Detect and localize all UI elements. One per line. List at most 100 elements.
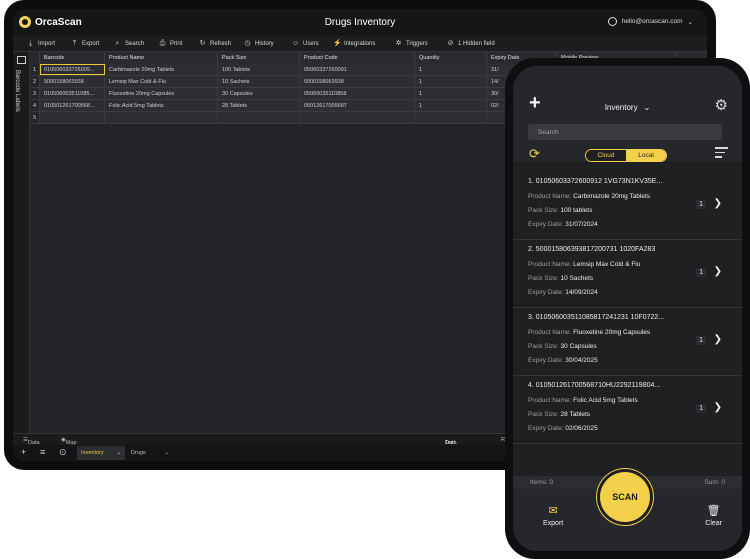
pack-size-cell[interactable]: 30 Capsules	[218, 88, 300, 99]
sum-total: Sum: 0	[704, 479, 725, 486]
chevron-right-icon[interactable]: ❯	[714, 402, 722, 413]
list-item[interactable]: 3. 010506003511085817241231 10F0722... P…	[513, 308, 742, 376]
product-code-cell[interactable]	[300, 112, 415, 123]
pack-size-cell[interactable]: 10 Sachets	[218, 76, 300, 87]
triggers-button[interactable]: ✲ Triggers	[395, 40, 428, 47]
search-button[interactable]: ⌕ Search	[114, 40, 144, 47]
refresh-icon: ↻	[199, 40, 206, 47]
product-name-cell[interactable]	[105, 112, 218, 123]
add-sheet-icon[interactable]: +	[21, 447, 26, 457]
phone-device: + Inventory ⌄ ⚙ Search ⟳ Cloud Local 1. 0…	[505, 58, 750, 559]
barcode-labels-icon[interactable]	[17, 56, 26, 64]
pack-size-cell[interactable]	[218, 112, 300, 123]
product-code-cell[interactable]: 05060337260091	[300, 64, 415, 75]
barcode-cell[interactable]: 010501261700568...	[40, 100, 105, 111]
title-bar: OrcaScan Drugs Inventory hello@orcascan.…	[13, 9, 707, 36]
user-menu[interactable]: hello@orcascan.com ⌄	[607, 17, 693, 26]
item-product-name: Product Name: Carbimazole 20mg Tablets	[528, 193, 651, 200]
quantity-badge[interactable]: 1	[696, 336, 706, 345]
phone-header: + Inventory ⌄ ⚙ Search ⟳ Cloud Local	[513, 66, 742, 162]
history-button[interactable]: ◷ History	[244, 40, 273, 47]
tab-map[interactable]: ◉ Map	[61, 437, 77, 446]
item-product-name: Product Name: Fluoxetine 20mg Capsules	[528, 329, 651, 336]
sheet-tab-inventory[interactable]: Inventory ⌄	[77, 446, 125, 460]
sidebar-label-barcode-labels[interactable]: Barcode Labels	[14, 70, 20, 112]
trash-icon: 🗑	[706, 505, 721, 517]
product-name-cell[interactable]: Folic Acid 5mg Tablets	[105, 100, 218, 111]
list-item[interactable]: 2. 500015806393817200731 1020FA283 Produ…	[513, 240, 742, 308]
product-code-cell[interactable]: 05012617005687	[300, 100, 415, 111]
quantity-badge[interactable]: 1	[696, 404, 706, 413]
quantity-cell[interactable]	[415, 112, 487, 123]
pack-size-cell[interactable]: 28 Tablets	[218, 100, 300, 111]
column-header-pack-size[interactable]: Pack Size	[218, 52, 300, 64]
item-product-name: Product Name: Lemsip Max Cold & Flu	[528, 261, 641, 268]
integrations-button[interactable]: ⚡ Integrations	[333, 40, 375, 47]
gear-icon[interactable]: ⚙	[715, 96, 728, 114]
quantity-badge[interactable]: 1	[696, 268, 706, 277]
product-code-cell[interactable]: 05060035110858	[300, 88, 415, 99]
pack-size-cell[interactable]: 100 Tablets	[218, 64, 300, 75]
quantity-badge[interactable]: 1	[696, 200, 706, 209]
product-name-cell[interactable]: Lemsip Max Cold & Flu	[105, 76, 218, 87]
item-expiry-date: Expiry Date: 02/06/2025	[528, 425, 598, 432]
chevron-right-icon[interactable]: ❯	[714, 198, 722, 209]
filter-menu-icon[interactable]	[715, 147, 728, 161]
export-button[interactable]: ⤒ Export	[71, 40, 99, 47]
sync-icon[interactable]: ⟳	[529, 146, 540, 162]
toggle-cloud[interactable]: Cloud	[586, 150, 626, 161]
cloud-local-toggle[interactable]: Cloud Local	[585, 149, 667, 162]
barcode-cell[interactable]: 010506003511085...	[40, 88, 105, 99]
export-button[interactable]: ✉ Export	[543, 504, 563, 527]
refresh-button[interactable]: ↻ Refresh	[199, 40, 231, 47]
list-menu-icon[interactable]: ≡	[40, 447, 45, 457]
quantity-cell[interactable]: 1	[415, 88, 487, 99]
import-icon: ⤓	[28, 40, 33, 47]
clear-button[interactable]: 🗑 Clear	[705, 504, 722, 527]
item-pack-size: Pack Size: 100 tablets	[528, 207, 593, 214]
product-code-cell[interactable]: 5000158063938	[300, 76, 415, 87]
item-title: 4. 010501261700568710HU2292119804...	[528, 382, 661, 389]
chevron-right-icon[interactable]: ❯	[714, 334, 722, 345]
item-expiry-date: Expiry Date: 31/07/2024	[528, 221, 598, 228]
search-input[interactable]: Search	[528, 124, 722, 140]
column-header-product-name[interactable]: Product Name	[105, 52, 218, 64]
sheet-selector[interactable]: Inventory ⌄	[513, 103, 742, 112]
scan-button[interactable]: SCAN	[600, 472, 650, 522]
export-icon: ⤒	[72, 40, 77, 47]
toggle-local[interactable]: Local	[626, 150, 666, 161]
users-button[interactable]: ☺ Users	[292, 40, 319, 47]
product-name-cell[interactable]: Carbimazole 20mg Tablets	[105, 64, 218, 75]
column-header-quantity[interactable]: Quantity	[415, 52, 487, 64]
chevron-down-icon: ⌄	[164, 450, 169, 456]
eye-off-icon: ⊘	[447, 40, 454, 47]
sidebar: Barcode Labels	[13, 52, 30, 433]
column-header-barcode[interactable]: Barcode	[40, 52, 105, 64]
tab-data[interactable]: ☰ Data	[23, 437, 40, 446]
integrations-icon: ⚡	[333, 40, 342, 47]
sheet-tab-drugs[interactable]: Drugs ⌄	[127, 446, 173, 460]
row-number: 2	[30, 76, 40, 87]
quantity-cell[interactable]: 1	[415, 76, 487, 87]
chevron-right-icon[interactable]: ❯	[714, 266, 722, 277]
item-pack-size: Pack Size: 30 Capsules	[528, 343, 597, 350]
chevron-down-icon: ⌄	[687, 18, 693, 26]
print-button[interactable]: ⎙ Print	[159, 40, 183, 47]
barcode-cell[interactable]	[40, 112, 105, 123]
quantity-cell[interactable]: 1	[415, 64, 487, 75]
barcode-cell[interactable]: 010506033726009...	[40, 64, 105, 75]
list-item[interactable]: 1. 01050603372600912 1VG73N1KV35E... Pro…	[513, 172, 742, 240]
product-name-cell[interactable]: Fluoxetine 20mg Capsules	[105, 88, 218, 99]
chevron-down-icon: ⌄	[643, 103, 651, 112]
record-icon[interactable]: ⊙	[59, 447, 67, 458]
import-button[interactable]: ⤓ Import	[27, 40, 55, 47]
quantity-cell[interactable]: 1	[415, 100, 487, 111]
item-expiry-date: Expiry Date: 14/09/2024	[528, 289, 598, 296]
barcode-cell[interactable]: 5000158063938	[40, 76, 105, 87]
list-item[interactable]: 4. 010501261700568710HU2292119804... Pro…	[513, 376, 742, 444]
hidden-fields-button[interactable]: ⊘ 1 Hidden field	[447, 40, 495, 47]
phone-screen: + Inventory ⌄ ⚙ Search ⟳ Cloud Local 1. 0…	[513, 66, 742, 551]
item-title: 3. 010506003511085817241231 10F0722...	[528, 314, 665, 321]
column-header-product-code[interactable]: Product Code	[300, 52, 415, 64]
history-icon: ◷	[244, 40, 251, 47]
